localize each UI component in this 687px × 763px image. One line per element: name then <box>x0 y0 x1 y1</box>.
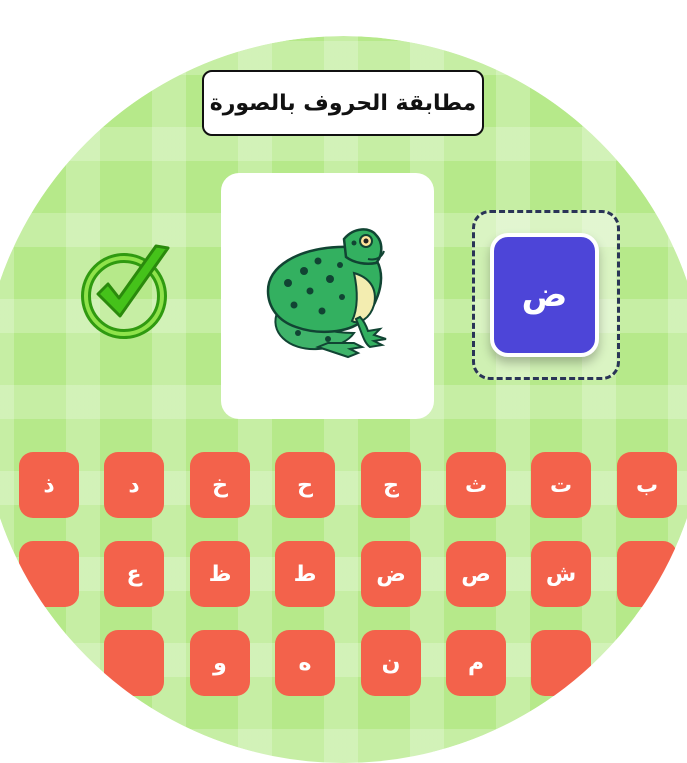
letter-key[interactable]: ث <box>446 452 506 518</box>
letter-key[interactable]: ج <box>361 452 421 518</box>
letter-key[interactable]: م <box>446 630 506 696</box>
letter-key[interactable]: ه <box>275 630 335 696</box>
picture-card <box>221 173 434 419</box>
letter-key[interactable]: ح <box>275 452 335 518</box>
letter-key[interactable]: د <box>104 452 164 518</box>
letter-key[interactable]: ش <box>531 541 591 607</box>
letter-key[interactable]: ب <box>617 452 677 518</box>
letter-key[interactable]: ص <box>446 541 506 607</box>
letter-key[interactable]: ذ <box>19 452 79 518</box>
game-screen: مطابقة الحروف بالصورة ض ب ت ث ج ح خ د ذ … <box>0 0 687 763</box>
letter-key[interactable]: ض <box>361 541 421 607</box>
letter-key[interactable] <box>19 541 79 607</box>
letter-key[interactable]: ع <box>104 541 164 607</box>
letter-key[interactable]: خ <box>190 452 250 518</box>
frog-image <box>266 228 386 359</box>
letter-key[interactable] <box>617 541 677 607</box>
target-letter-tile[interactable]: ض <box>490 233 599 357</box>
letter-key[interactable] <box>104 630 164 696</box>
letter-key[interactable]: ط <box>275 541 335 607</box>
letter-key[interactable]: ن <box>361 630 421 696</box>
checkmark-icon <box>76 240 176 340</box>
letter-key[interactable]: و <box>190 630 250 696</box>
letter-key[interactable]: ظ <box>190 541 250 607</box>
letter-key[interactable]: ت <box>531 452 591 518</box>
letter-key[interactable] <box>531 630 591 696</box>
page-title: مطابقة الحروف بالصورة <box>202 70 484 136</box>
